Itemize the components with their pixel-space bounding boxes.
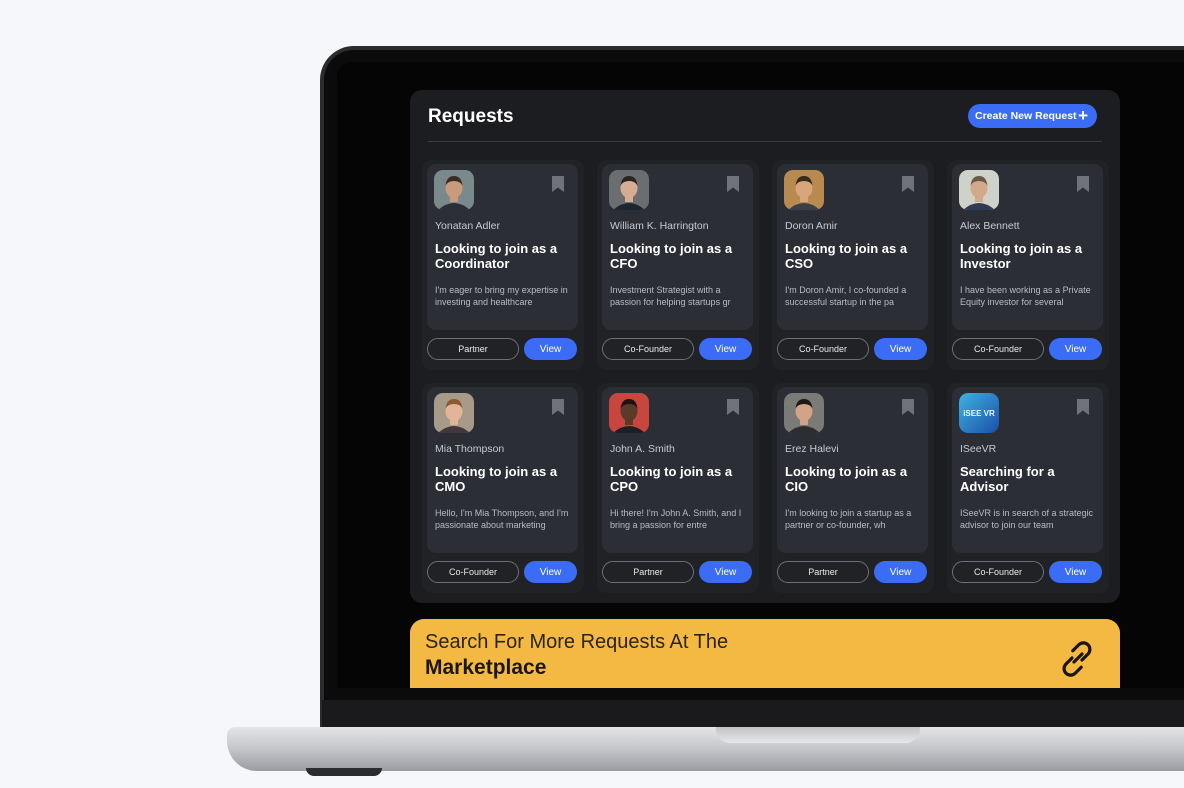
- request-card-body[interactable]: Yonatan Adler Looking to join as a Coord…: [427, 164, 578, 330]
- avatar: [784, 393, 824, 433]
- bookmark-icon[interactable]: [551, 175, 565, 193]
- requester-name: Alex Bennett: [960, 220, 1020, 232]
- view-button[interactable]: View: [874, 338, 927, 360]
- bookmark-icon[interactable]: [726, 398, 740, 416]
- view-button[interactable]: View: [1049, 338, 1102, 360]
- request-description: Hello, I'm Mia Thompson, and I'm passion…: [435, 508, 569, 530]
- request-card-body[interactable]: Erez Halevi Looking to join as a CIO I'm…: [777, 387, 928, 553]
- request-role: Looking to join as a CMO: [435, 464, 558, 494]
- request-description: I'm eager to bring my expertise in inves…: [435, 285, 568, 307]
- avatar: [609, 170, 649, 210]
- request-card-body[interactable]: Doron Amir Looking to join as a CSO I'm …: [777, 164, 928, 330]
- requester-name: Mia Thompson: [435, 443, 505, 455]
- request-type-tag[interactable]: Co-Founder: [427, 561, 519, 583]
- request-role: Looking to join as a Investor: [960, 241, 1083, 271]
- request-description: ISeeVR is in search of a strategic advis…: [960, 508, 1094, 530]
- request-role: Looking to join as a CPO: [610, 464, 733, 494]
- request-type-tag[interactable]: Co-Founder: [777, 338, 869, 360]
- create-new-request-button[interactable]: Create New Request +: [968, 104, 1097, 128]
- view-button[interactable]: View: [1049, 561, 1102, 583]
- request-card: John A. Smith Looking to join as a CPO H…: [597, 383, 759, 593]
- banner-line2: Marketplace: [425, 656, 547, 679]
- view-button[interactable]: View: [524, 338, 577, 360]
- bookmark-icon[interactable]: [1076, 175, 1090, 193]
- banner-line1: Search For More Requests At The: [425, 631, 729, 653]
- request-card-body[interactable]: John A. Smith Looking to join as a CPO H…: [602, 387, 753, 553]
- view-button[interactable]: View: [699, 561, 752, 583]
- header-divider: [428, 141, 1102, 142]
- page-title: Requests: [428, 106, 514, 127]
- request-card-body[interactable]: William K. Harrington Looking to join as…: [602, 164, 753, 330]
- laptop-chin: [322, 700, 1184, 730]
- request-role: Looking to join as a Coordinator: [435, 241, 558, 271]
- bookmark-icon[interactable]: [726, 175, 740, 193]
- request-type-tag[interactable]: Co-Founder: [952, 338, 1044, 360]
- link-icon[interactable]: [1055, 637, 1099, 681]
- plus-icon: +: [1078, 106, 1088, 125]
- request-card-body[interactable]: Alex Bennett Looking to join as a Invest…: [952, 164, 1103, 330]
- request-role: Searching for a Advisor: [960, 464, 1055, 494]
- laptop-base: [227, 727, 1184, 771]
- view-button[interactable]: View: [699, 338, 752, 360]
- avatar: [434, 393, 474, 433]
- request-card: Yonatan Adler Looking to join as a Coord…: [422, 160, 584, 370]
- bookmark-icon[interactable]: [901, 175, 915, 193]
- request-description: Hi there! I'm John A. Smith, and I bring…: [610, 508, 742, 530]
- request-card-body[interactable]: Mia Thompson Looking to join as a CMO He…: [427, 387, 578, 553]
- laptop-mockup: Requests Create New Request + Yonatan Ad…: [0, 0, 1184, 788]
- marketplace-banner[interactable]: Search For More Requests At The Marketpl…: [410, 619, 1120, 688]
- requester-name: John A. Smith: [610, 443, 675, 455]
- laptop-foot: [306, 768, 382, 776]
- view-button[interactable]: View: [524, 561, 577, 583]
- request-type-tag[interactable]: Partner: [602, 561, 694, 583]
- request-card: William K. Harrington Looking to join as…: [597, 160, 759, 370]
- requester-name: Yonatan Adler: [435, 220, 501, 232]
- request-description: I'm Doron Amir, I co-founded a successfu…: [785, 285, 907, 307]
- bookmark-icon[interactable]: [901, 398, 915, 416]
- request-description: I have been working as a Private Equity …: [960, 285, 1091, 307]
- requester-name: ISeeVR: [960, 443, 997, 455]
- request-type-tag[interactable]: Partner: [777, 561, 869, 583]
- request-card: Erez Halevi Looking to join as a CIO I'm…: [772, 383, 934, 593]
- request-type-tag[interactable]: Partner: [427, 338, 519, 360]
- avatar: [434, 170, 474, 210]
- bookmark-icon[interactable]: [1076, 398, 1090, 416]
- request-card-body[interactable]: iSEE VR ISeeVR Searching for a Advisor I…: [952, 387, 1103, 553]
- avatar: [784, 170, 824, 210]
- requester-name: Doron Amir: [785, 220, 838, 232]
- company-logo: iSEE VR: [959, 393, 999, 433]
- request-description: Investment Strategist with a passion for…: [610, 285, 731, 307]
- requests-panel: Requests Create New Request + Yonatan Ad…: [410, 90, 1120, 603]
- request-card: Alex Bennett Looking to join as a Invest…: [947, 160, 1109, 370]
- view-button[interactable]: View: [874, 561, 927, 583]
- laptop-notch: [716, 727, 920, 743]
- request-role: Looking to join as a CFO: [610, 241, 733, 271]
- request-type-tag[interactable]: Co-Founder: [602, 338, 694, 360]
- request-description: I'm looking to join a startup as a partn…: [785, 508, 912, 530]
- request-role: Looking to join as a CIO: [785, 464, 908, 494]
- avatar: [609, 393, 649, 433]
- create-button-label: Create New Request: [975, 110, 1077, 122]
- request-card: Mia Thompson Looking to join as a CMO He…: [422, 383, 584, 593]
- requester-name: William K. Harrington: [610, 220, 709, 232]
- requester-name: Erez Halevi: [785, 443, 839, 455]
- request-card: iSEE VR ISeeVR Searching for a Advisor I…: [947, 383, 1109, 593]
- request-type-tag[interactable]: Co-Founder: [952, 561, 1044, 583]
- avatar: [959, 170, 999, 210]
- logo-text: iSEE VR: [963, 409, 995, 418]
- request-card: Doron Amir Looking to join as a CSO I'm …: [772, 160, 934, 370]
- laptop-screen: Requests Create New Request + Yonatan Ad…: [337, 62, 1184, 688]
- bookmark-icon[interactable]: [551, 398, 565, 416]
- request-role: Looking to join as a CSO: [785, 241, 908, 271]
